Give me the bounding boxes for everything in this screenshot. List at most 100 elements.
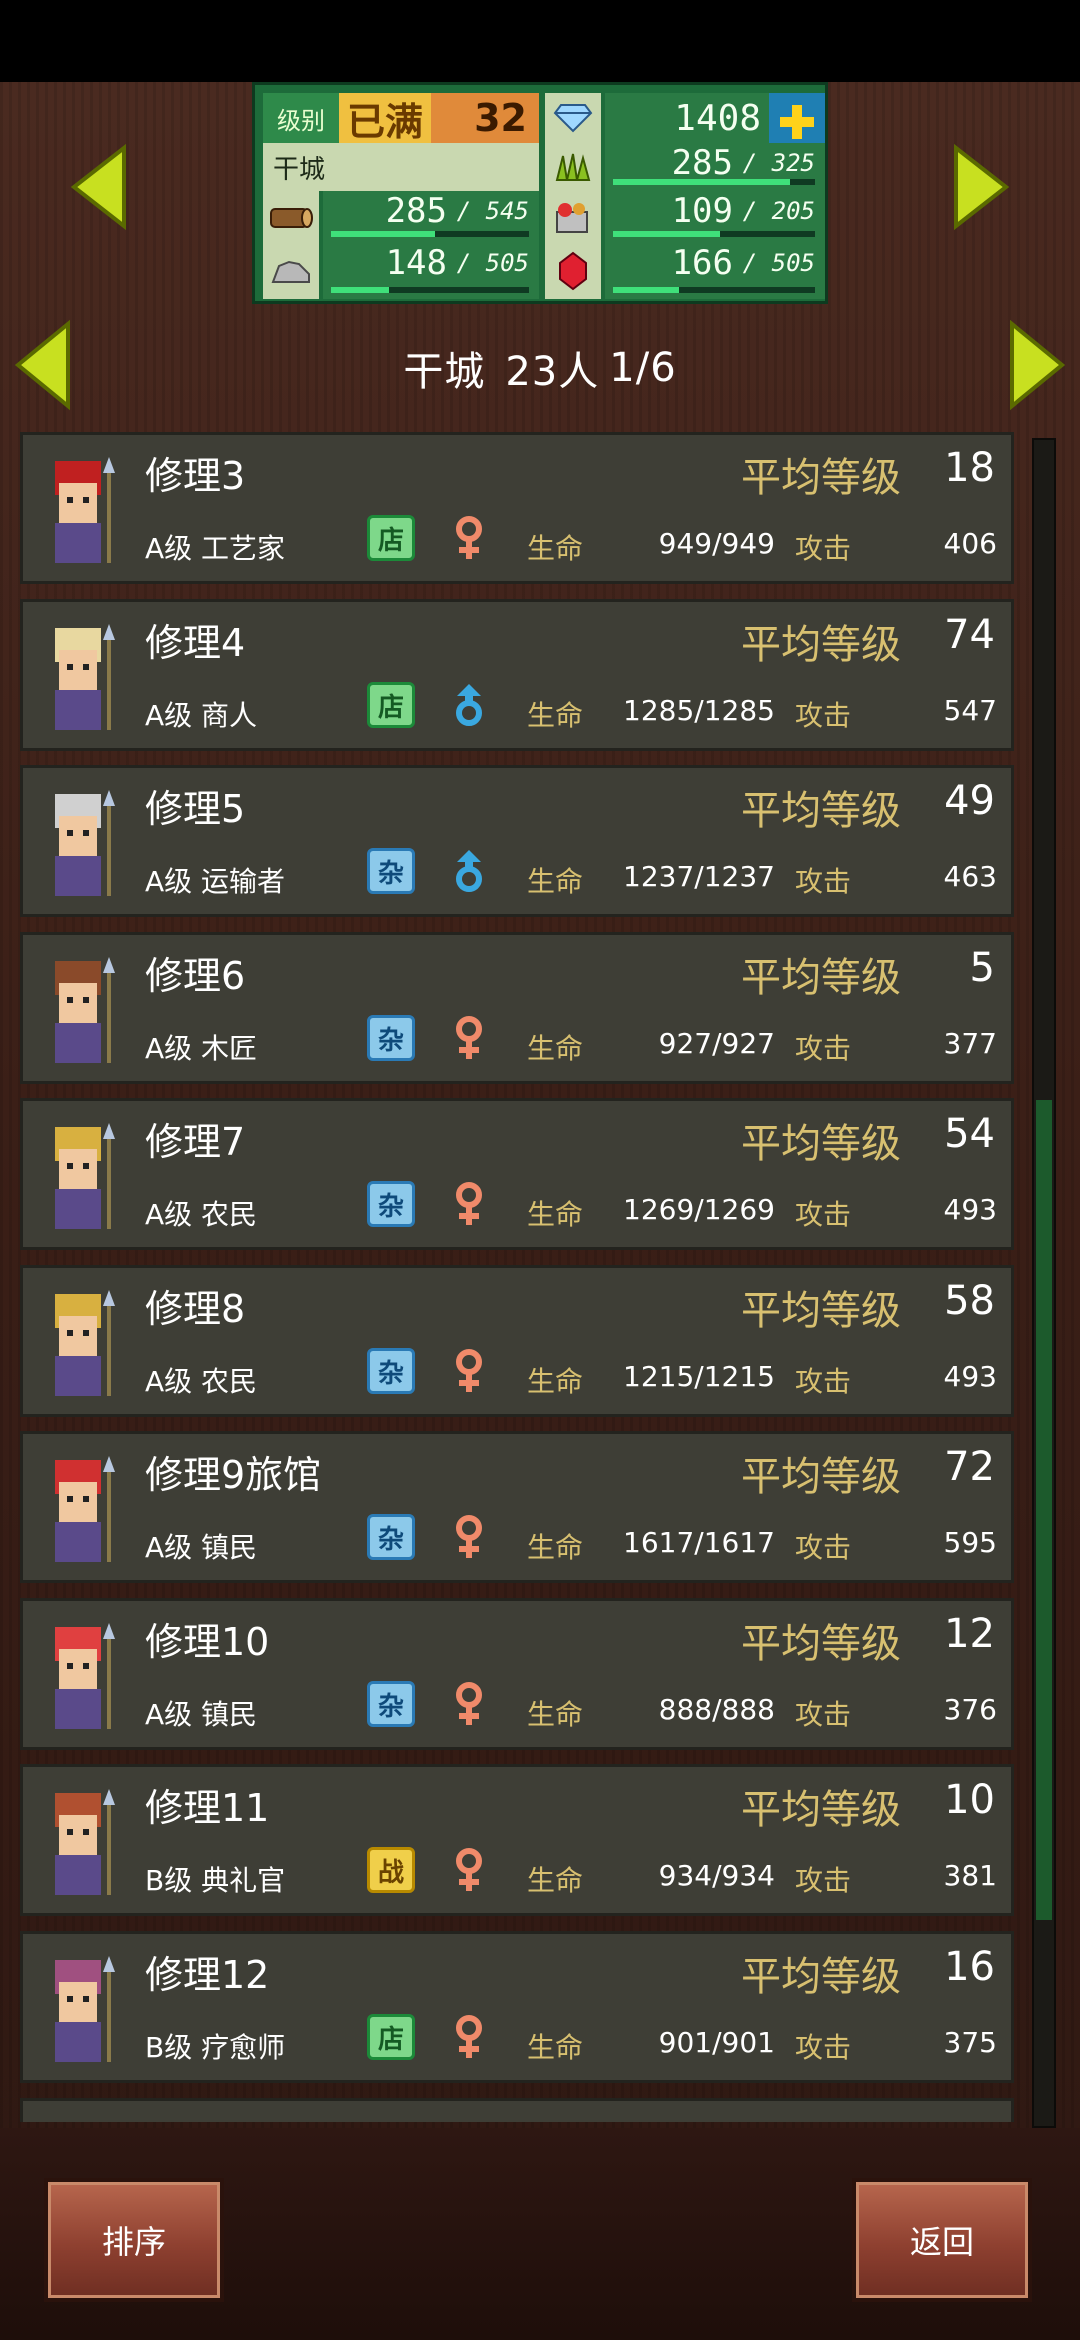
resident-rank: A级 农民 [145, 1198, 258, 1231]
resident-rank: A级 镇民 [145, 1698, 258, 1731]
job-tag: 杂 [367, 848, 415, 894]
attack-label: 攻击 [795, 699, 852, 732]
resident-portrait [25, 943, 145, 1079]
female-icon [451, 1015, 487, 1061]
job-tag: 杂 [367, 1681, 415, 1727]
hp-label: 生命 [527, 1531, 584, 1564]
attack-label: 攻击 [795, 532, 852, 565]
resident-card[interactable]: 修理9旅馆 平均等级 72 A级 镇民 杂 生命 1617/1617 攻击 595 [20, 1431, 1014, 1583]
resident-card[interactable]: 修理10 平均等级 12 A级 镇民 杂 生命 888/888 攻击 376 [20, 1598, 1014, 1750]
avg-level-label: 平均等级 [741, 1288, 901, 1334]
resident-portrait [25, 776, 145, 912]
system-status-bar [0, 0, 1080, 82]
back-button[interactable]: 返回 [852, 2178, 1032, 2302]
prev-arrow-top[interactable] [68, 142, 128, 232]
ruby-value: 166 [671, 243, 733, 283]
resident-name: 修理3 [145, 454, 246, 498]
hp-value: 949/949 [658, 527, 775, 560]
hp-label: 生命 [527, 1864, 584, 1897]
job-tag: 杂 [367, 1015, 415, 1061]
resident-card-partial[interactable] [20, 2098, 1014, 2122]
header-count: 23人 [505, 349, 600, 395]
avg-level-label: 平均等级 [741, 1621, 901, 1667]
job-tag: 店 [367, 515, 415, 561]
hp-value: 1237/1237 [623, 860, 775, 893]
avg-level-value: 16 [944, 1944, 995, 1990]
next-arrow-top[interactable] [952, 142, 1012, 232]
resident-card[interactable]: 修理3 平均等级 18 A级 工艺家 店 生命 949/949 攻击 406 [20, 432, 1014, 584]
resident-list: 修理3 平均等级 18 A级 工艺家店生命 949/949 攻击 406 修理4 平均等级 74 A… [20, 432, 1020, 2122]
food-bar [613, 231, 815, 237]
resident-portrait [25, 1442, 145, 1578]
resident-card[interactable]: 修理11 平均等级 10 B级 典礼官 战 生命 934/934 攻击 381 [20, 1764, 1014, 1916]
resident-rank: A级 镇民 [145, 1531, 258, 1564]
hp-label: 生命 [527, 2031, 584, 2064]
avg-level-label: 平均等级 [741, 1454, 901, 1500]
resident-name: 修理11 [145, 1786, 270, 1830]
resident-card[interactable]: 修理6 平均等级 5 A级 木匠 杂 生命 927/927 攻击 377 [20, 932, 1014, 1084]
resident-name: 修理9旅馆 [145, 1453, 322, 1497]
level-box: 已满 32 [339, 93, 539, 144]
hp-value: 901/901 [658, 2026, 775, 2059]
resident-portrait [25, 1942, 145, 2078]
female-icon [451, 1681, 487, 1727]
job-tag: 杂 [367, 1348, 415, 1394]
hp-label: 生命 [527, 532, 584, 565]
attack-value: 493 [943, 1360, 997, 1393]
attack-label: 攻击 [795, 2031, 852, 2064]
grass-bar [613, 179, 815, 185]
resident-name: 修理4 [145, 621, 246, 665]
scrollbar[interactable] [1032, 438, 1056, 2128]
resident-rank: A级 木匠 [145, 1032, 258, 1065]
resident-rank: A级 商人 [145, 699, 258, 732]
job-tag: 杂 [367, 1181, 415, 1227]
resident-card[interactable]: 修理4 平均等级 74 A级 商人 店 生命 1285/1285 攻击 547 [20, 599, 1014, 751]
grass-cap: / 325 [742, 149, 815, 177]
resource-bar-fill [613, 287, 680, 293]
attack-label: 攻击 [795, 1698, 852, 1731]
food-value-box: 109 / 205 [605, 191, 825, 243]
ruby-bar [613, 287, 815, 293]
avg-level-label: 平均等级 [741, 788, 901, 834]
level-value: 32 [474, 96, 527, 140]
resident-portrait [25, 1609, 145, 1745]
level-max-badge: 已满 [339, 93, 431, 144]
resource-bar-fill [613, 179, 791, 185]
sort-button[interactable]: 排序 [44, 2178, 224, 2302]
level-label: 级别 [263, 93, 339, 143]
job-tag: 战 [367, 1847, 415, 1893]
resident-card[interactable]: 修理12 平均等级 16 B级 疗愈师 店 生命 901/901 攻击 375 [20, 1931, 1014, 2083]
resident-portrait [25, 443, 145, 579]
resident-name: 修理8 [145, 1287, 246, 1331]
hp-value: 934/934 [658, 1859, 775, 1892]
hp-value: 927/927 [658, 1027, 775, 1060]
scrollbar-thumb[interactable] [1036, 1100, 1052, 1920]
hp-value: 888/888 [658, 1693, 775, 1726]
resident-card[interactable]: 修理8 平均等级 58 A级 农民 杂 生命 1215/1215 攻击 493 [20, 1265, 1014, 1417]
resource-panel: 级别 已满 32 1408 干城 285 / 325 285 / 545 109… [252, 82, 828, 304]
food-cap: / 205 [742, 197, 815, 225]
wood-icon [263, 191, 319, 243]
stone-icon [263, 243, 319, 299]
attack-label: 攻击 [795, 1864, 852, 1897]
food-value: 109 [671, 191, 733, 231]
hp-label: 生命 [527, 1032, 584, 1065]
resident-card[interactable]: 修理7 平均等级 54 A级 农民 杂 生命 1269/1269 攻击 493 [20, 1098, 1014, 1250]
attack-value: 595 [943, 1526, 997, 1559]
job-tag: 店 [367, 682, 415, 728]
hp-value: 1269/1269 [623, 1193, 775, 1226]
avg-level-value: 58 [944, 1278, 995, 1324]
resident-card[interactable]: 修理5 平均等级 49 A级 运输者 杂 生命 1237/1237 攻击 463 [20, 765, 1014, 917]
avg-level-label: 平均等级 [741, 1121, 901, 1167]
resident-rank: A级 农民 [145, 1365, 258, 1398]
attack-value: 406 [943, 527, 997, 560]
hp-label: 生命 [527, 1365, 584, 1398]
attack-value: 375 [943, 2026, 997, 2059]
job-tag: 店 [367, 2014, 415, 2060]
avg-level-value: 18 [944, 445, 995, 491]
avg-level-label: 平均等级 [741, 455, 901, 501]
avg-level-value: 12 [944, 1611, 995, 1657]
resident-name: 修理5 [145, 787, 246, 831]
female-icon [451, 1181, 487, 1227]
list-header: 干城 23人 1/6 [0, 318, 1080, 418]
